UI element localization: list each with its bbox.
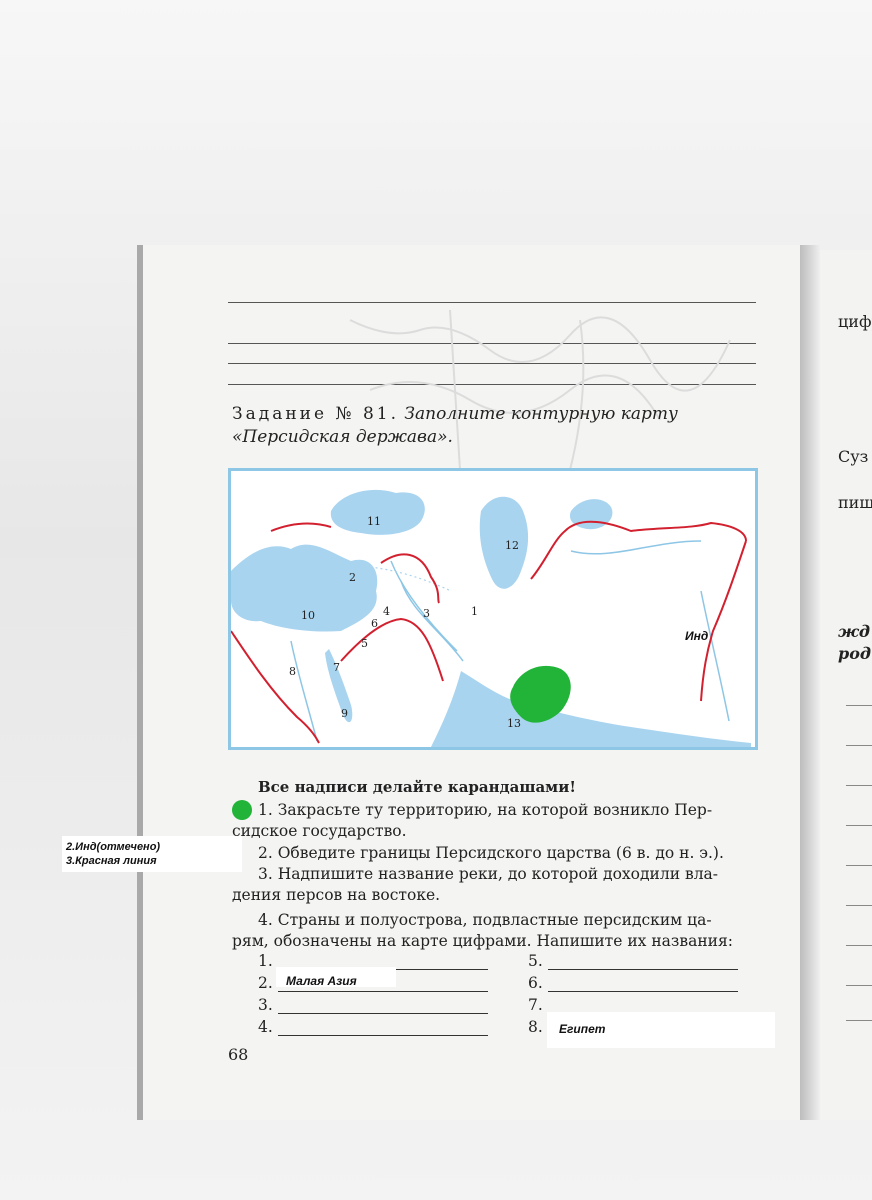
map-number: 12 bbox=[505, 539, 519, 552]
map-number: 3 bbox=[423, 607, 430, 620]
task-label: Задание № 81. bbox=[232, 404, 399, 424]
river bbox=[570, 540, 702, 555]
map-number: 5 bbox=[361, 637, 368, 650]
right-fragment: Суз bbox=[838, 447, 869, 466]
instruction-4a: 4. Страны и полуострова, подвластные пер… bbox=[258, 911, 712, 929]
right-page-edge: цифр Суз пищ жд род bbox=[820, 250, 872, 1120]
instruction-4b: рям, обозначены на карте цифрами. Напиши… bbox=[232, 932, 733, 950]
right-ruled-line bbox=[846, 825, 872, 826]
map-number: 11 bbox=[367, 515, 381, 528]
answer-box-2: Малая Азия bbox=[276, 967, 396, 988]
answer-number: 1. bbox=[258, 952, 273, 970]
sea-caspian bbox=[479, 496, 529, 589]
answer-number: 5. bbox=[528, 952, 543, 970]
answer-number: 2. bbox=[258, 974, 273, 992]
right-ruled-line bbox=[846, 1020, 872, 1021]
instruction-3b: дения персов на востоке. bbox=[232, 886, 441, 904]
right-ruled-line bbox=[846, 905, 872, 906]
answer-field[interactable] bbox=[548, 953, 738, 970]
answer-row: 3. bbox=[258, 996, 488, 1014]
answer-number: 3. bbox=[258, 996, 273, 1014]
river-nile bbox=[290, 640, 318, 742]
answer-row: 6. bbox=[528, 974, 738, 992]
right-ruled-line bbox=[846, 865, 872, 866]
right-fragment: пищ bbox=[838, 493, 872, 512]
map-number: 6 bbox=[371, 617, 378, 630]
right-fragment: род bbox=[838, 644, 871, 663]
warning-heading: Все надписи делайте карандашами! bbox=[258, 778, 576, 796]
annotation-indus: Инд bbox=[685, 629, 709, 643]
contour-map: 11 12 2 10 4 6 3 1 5 8 7 9 13 Инд bbox=[228, 468, 758, 750]
border-line bbox=[270, 522, 332, 532]
instruction-1a: 1. Закрасьте ту территорию, на которой в… bbox=[258, 801, 713, 819]
right-ruled-line bbox=[846, 705, 872, 706]
answer-number: 8. bbox=[528, 1018, 543, 1036]
map-number: 8 bbox=[289, 665, 296, 678]
border-line bbox=[530, 520, 747, 580]
right-fragment: жд bbox=[838, 622, 871, 641]
side-note-line1: 2.Инд(отмечено) bbox=[66, 841, 161, 853]
side-note: 2.Инд(отмечено) 3.Красная линия bbox=[62, 836, 242, 872]
answer-row: 4. bbox=[258, 1018, 488, 1036]
instruction-1b: сидское государство. bbox=[232, 822, 407, 840]
map-number: 7 bbox=[333, 661, 340, 674]
sea-red bbox=[325, 649, 353, 723]
answer-number: 4. bbox=[258, 1018, 273, 1036]
answer-value-2: Малая Азия bbox=[286, 974, 357, 988]
green-highlight-mark bbox=[232, 800, 252, 820]
answer-row: 5. bbox=[528, 952, 738, 970]
border-line bbox=[340, 617, 444, 682]
task-heading: Задание № 81. Заполните контурную карту … bbox=[232, 403, 762, 449]
answer-number: 7. bbox=[528, 996, 543, 1014]
answer-field[interactable] bbox=[548, 975, 738, 992]
bleed-through-map bbox=[349, 309, 731, 471]
answer-number: 6. bbox=[528, 974, 543, 992]
answer-field[interactable] bbox=[278, 1019, 488, 1036]
river-indus bbox=[700, 590, 730, 722]
right-fragment: цифр bbox=[838, 312, 872, 331]
right-ruled-line bbox=[846, 945, 872, 946]
map-number: 9 bbox=[341, 707, 348, 720]
map-number: 13 bbox=[507, 717, 521, 730]
book-gutter bbox=[800, 245, 820, 1120]
sea-black bbox=[330, 489, 425, 535]
map-number: 10 bbox=[301, 609, 315, 622]
right-ruled-line bbox=[846, 785, 872, 786]
instruction-3a: 3. Надпишите название реки, до которой д… bbox=[258, 865, 719, 883]
answer-box-8: Египет bbox=[547, 1012, 775, 1048]
page-number: 68 bbox=[228, 1045, 249, 1064]
map-number: 2 bbox=[349, 571, 356, 584]
right-ruled-line bbox=[846, 745, 872, 746]
river bbox=[390, 560, 458, 652]
border-line bbox=[231, 630, 320, 744]
answer-field[interactable] bbox=[278, 997, 488, 1014]
answer-value-8: Египет bbox=[559, 1022, 606, 1036]
map-number: 4 bbox=[383, 605, 390, 618]
instruction-2: 2. Обведите границы Персидского царства … bbox=[258, 844, 724, 862]
side-note-line2: 3.Красная линия bbox=[66, 855, 157, 867]
map-number: 1 bbox=[471, 605, 478, 618]
right-ruled-line bbox=[846, 985, 872, 986]
